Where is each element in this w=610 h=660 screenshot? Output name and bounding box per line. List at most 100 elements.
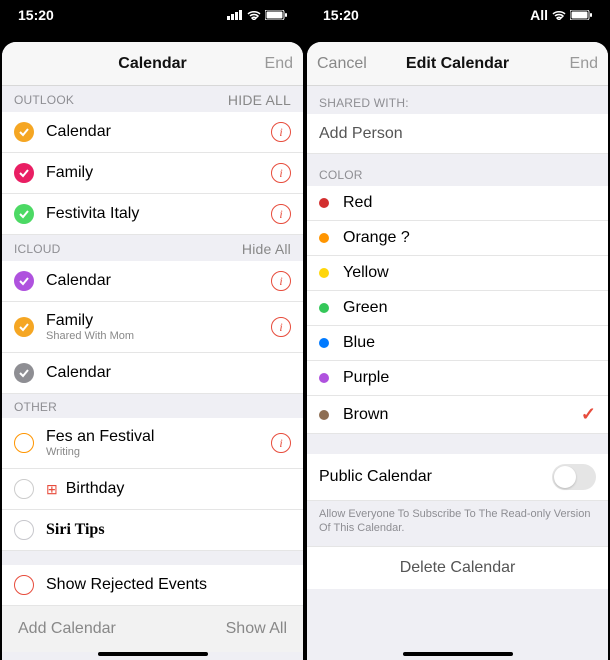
color-name: Orange ? [343,229,596,247]
status-bar: 15:20 All [305,0,610,30]
panel: Calendar End OUTLOOK HIDE ALL CalendariF… [2,42,303,660]
nav-bar: Calendar End [2,42,303,86]
checkbox-icon[interactable] [14,479,34,499]
calendar-name: Family [46,164,271,182]
color-dot-icon [319,268,329,278]
color-dot-icon [319,303,329,313]
add-person-label: Add Person [319,125,596,143]
panel: Cancel Edit Calendar End SHARED WITH: Ad… [307,42,608,660]
color-dot-icon [319,233,329,243]
calendar-list-screen: 15:20 Calendar End OUTLOOK HIDE ALL Cale… [0,0,305,660]
calendar-name: FamilyShared With Mom [46,312,271,342]
checkmark-icon: ✓ [581,404,596,425]
add-person-row[interactable]: Add Person [307,114,608,154]
calendar-row[interactable]: Fes an FestivalWritingi [2,418,303,469]
color-dot-icon [319,338,329,348]
checkbox-icon[interactable] [14,433,34,453]
color-option-row[interactable]: Brown ✓ [307,396,608,434]
color-option-row[interactable]: Blue [307,326,608,361]
info-icon[interactable]: i [271,204,291,224]
section-header: COLOR [307,154,608,186]
calendar-name: Birthday [66,480,291,498]
calendar-glyph-icon: ⊞ [46,481,58,498]
info-icon[interactable]: i [271,163,291,183]
calendar-row[interactable]: Siri Tips [2,510,303,551]
hide-all-button[interactable]: HIDE ALL [228,92,291,108]
calendar-name: Fes an FestivalWriting [46,428,271,458]
footer-bar: Add Calendar Show All [2,606,303,652]
hide-all-button[interactable]: Hide All [242,241,291,257]
checkbox-icon[interactable] [14,122,34,142]
section-label: ICLOUD [14,242,61,256]
color-name: Brown [343,406,581,424]
calendar-row[interactable]: ⊞ Birthday [2,469,303,510]
color-option-row[interactable]: Red [307,186,608,221]
color-name: Yellow [343,264,596,282]
calendar-subtitle: Shared With Mom [46,330,271,342]
section-header: SHARED WITH: [307,86,608,114]
status-time: 15:20 [323,7,359,23]
section-header: OUTLOOK HIDE ALL [2,86,303,112]
info-icon[interactable]: i [271,271,291,291]
calendar-name: Festivita Italy [46,205,271,223]
public-calendar-toggle[interactable] [552,464,596,490]
color-option-row[interactable]: Green [307,291,608,326]
color-name: Green [343,299,596,317]
calendar-name: Calendar [46,123,271,141]
section-label: OTHER [14,400,57,414]
page-title: Edit Calendar [406,55,509,73]
section-label: OUTLOOK [14,93,74,107]
nav-bar: Cancel Edit Calendar End [307,42,608,86]
show-rejected-row[interactable]: Show Rejected Events [2,565,303,606]
color-option-row[interactable]: Orange ? [307,221,608,256]
color-dot-icon [319,198,329,208]
cancel-button[interactable]: Cancel [317,55,367,73]
color-option-row[interactable]: Yellow [307,256,608,291]
color-name: Red [343,194,596,212]
show-all-button[interactable]: Show All [226,620,287,638]
calendar-row[interactable]: Calendari [2,261,303,302]
calendar-subtitle: Writing [46,446,271,458]
checkbox-icon[interactable] [14,363,34,383]
status-time: 15:20 [18,7,54,23]
page-title: Calendar [118,55,186,73]
status-icons: All [530,7,592,23]
status-icons [227,10,287,20]
public-calendar-row: Public Calendar [307,454,608,501]
delete-calendar-button[interactable]: Delete Calendar [307,546,608,589]
home-indicator[interactable] [403,652,513,656]
color-dot-icon [319,410,329,420]
calendar-row[interactable]: Calendari [2,112,303,153]
add-calendar-button[interactable]: Add Calendar [18,620,116,638]
done-button[interactable]: End [570,55,598,73]
color-name: Purple [343,369,596,387]
calendar-row[interactable]: Festivita Italyi [2,194,303,235]
done-button[interactable]: End [265,55,293,73]
section-header: ICLOUD Hide All [2,235,303,261]
color-name: Blue [343,334,596,352]
calendar-name: Calendar [46,272,271,290]
checkbox-icon[interactable] [14,317,34,337]
calendar-row[interactable]: Calendar [2,353,303,394]
calendar-name: Calendar [46,364,291,382]
checkbox-icon[interactable] [14,204,34,224]
section-header: OTHER [2,394,303,418]
checkbox-icon[interactable] [14,163,34,183]
info-icon[interactable]: i [271,317,291,337]
checkbox-icon[interactable] [14,271,34,291]
public-calendar-label: Public Calendar [319,468,552,486]
public-calendar-hint: Allow Everyone To Subscribe To The Read-… [307,501,608,546]
calendar-name: Siri Tips [46,521,291,539]
checkbox-icon[interactable] [14,520,34,540]
edit-calendar-screen: 15:20 All Cancel Edit Calendar End SHARE… [305,0,610,660]
info-icon[interactable]: i [271,122,291,142]
calendar-row[interactable]: Familyi [2,153,303,194]
color-dot-icon [319,373,329,383]
calendar-row[interactable]: FamilyShared With Momi [2,302,303,353]
status-bar: 15:20 [0,0,305,30]
row-label: Show Rejected Events [46,576,291,594]
home-indicator[interactable] [98,652,208,656]
color-option-row[interactable]: Purple [307,361,608,396]
info-icon[interactable]: i [271,433,291,453]
checkbox-icon[interactable] [14,575,34,595]
